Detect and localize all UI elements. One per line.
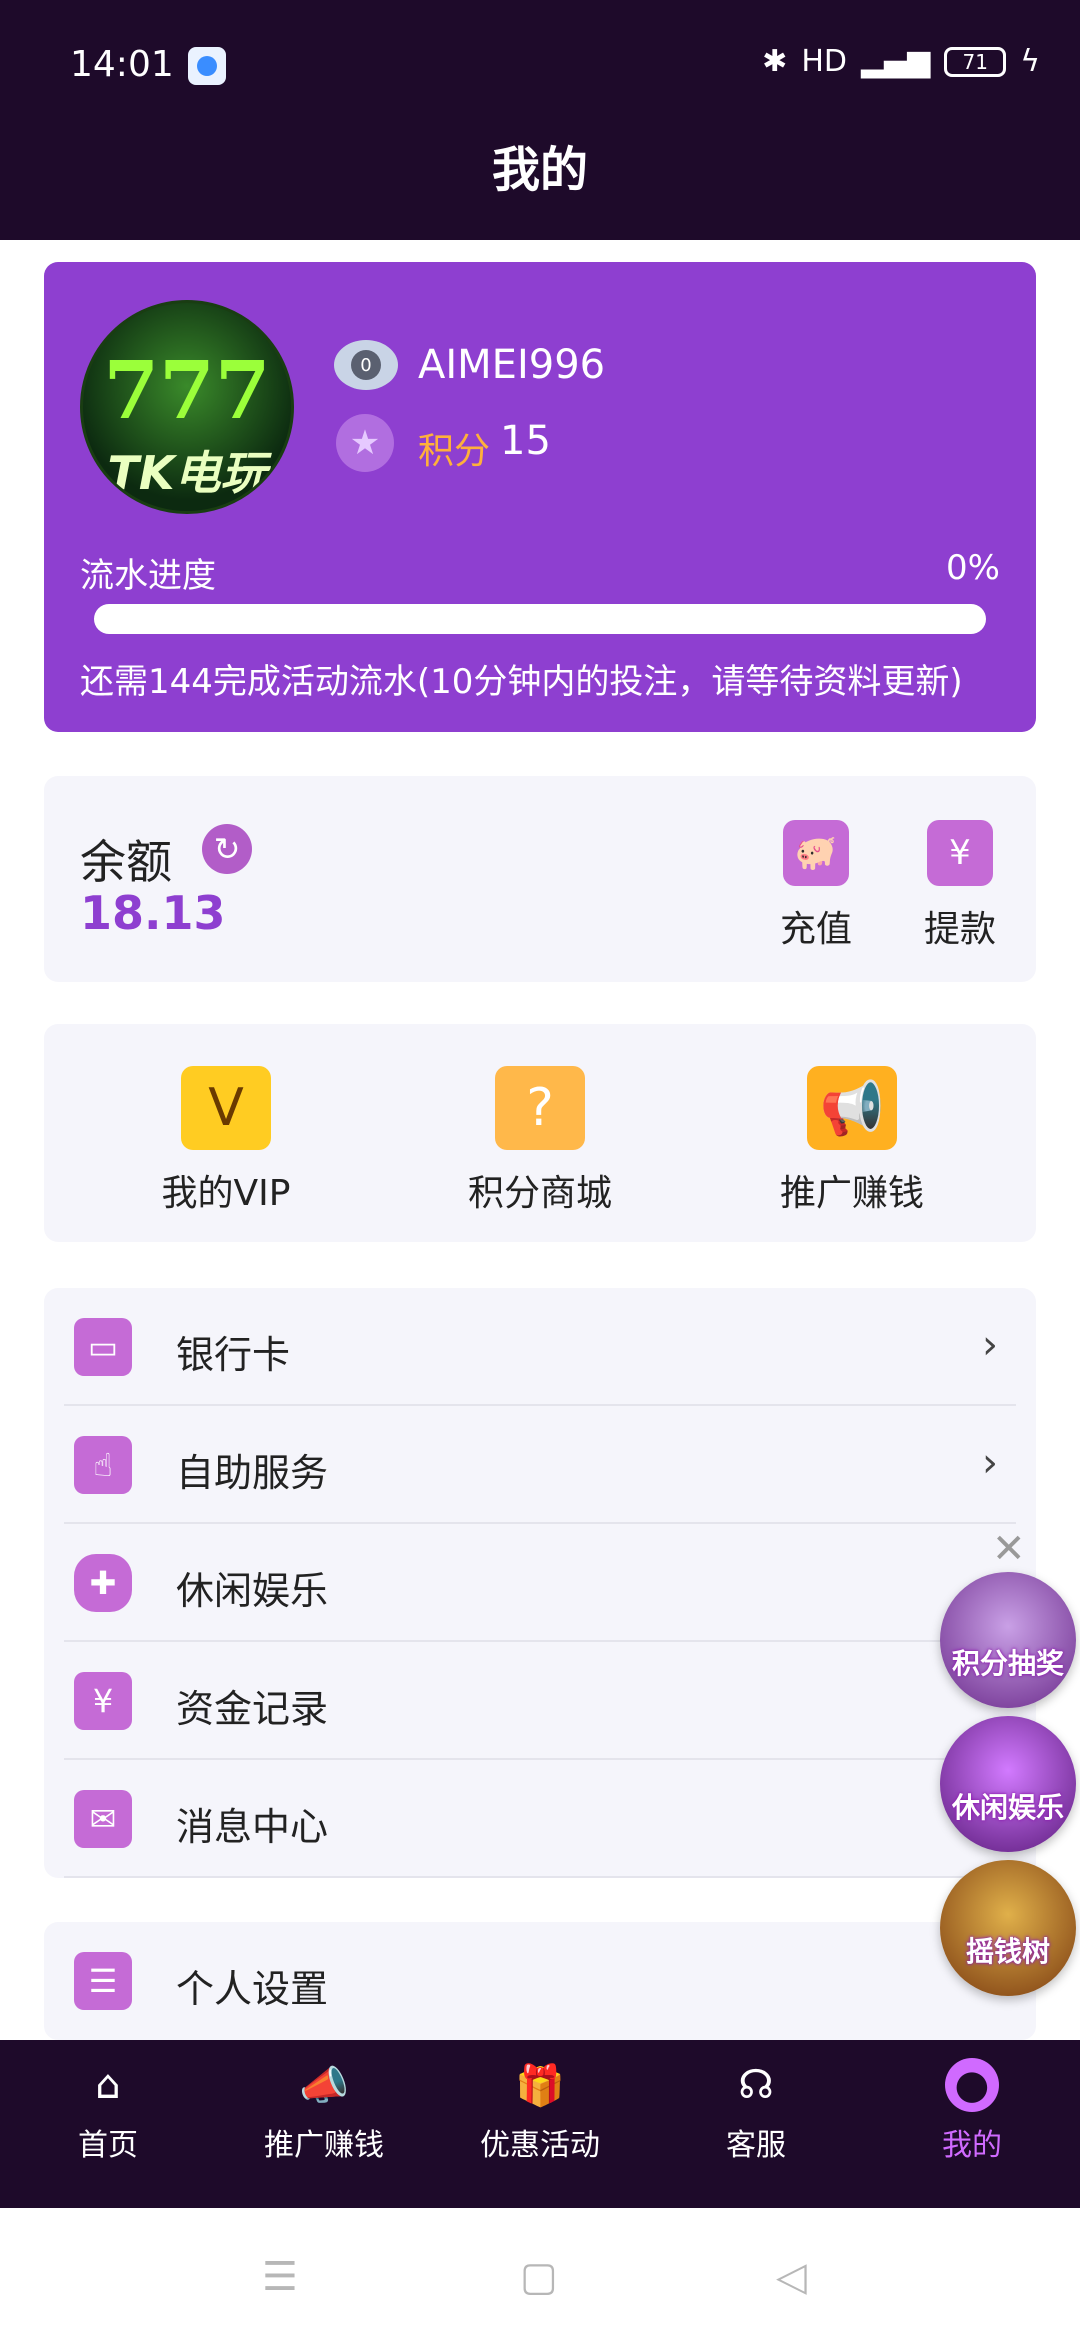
bank-card-icon: ▭ — [74, 1318, 132, 1376]
menu-item-label: 消息中心 — [176, 1805, 329, 1849]
points-label: 积分 — [418, 431, 491, 472]
page-title: 我的 — [491, 142, 588, 198]
piggy-bank-icon: 🐖 — [783, 820, 849, 886]
leisure-floating-button[interactable]: 休闲娱乐 — [940, 1716, 1076, 1852]
progress-bar — [94, 604, 986, 634]
progress-percent: 0% — [946, 548, 1000, 588]
progress-note: 还需144完成活动流水(10分钟内的投注，请等待资料更新) — [80, 662, 963, 702]
menu-item-label: 自助服务 — [176, 1451, 329, 1495]
system-navigation-bar: ☰ ▢ ◁ — [0, 2208, 1080, 2340]
money-record-icon: ¥ — [74, 1672, 132, 1730]
my-vip-label: 我的VIP — [161, 1173, 291, 1214]
points-mall-button[interactable]: ? 积分商城 — [430, 1066, 650, 1216]
tab-label: 优惠活动 — [480, 2128, 600, 2163]
withdraw-label: 提款 — [923, 909, 996, 950]
floating-label: 摇钱树 — [965, 1935, 1050, 1968]
star-icon: ★ — [336, 414, 394, 472]
settings-panel: ☰ 个人设置 — [44, 1922, 1036, 2040]
yuan-withdraw-icon: ¥ — [927, 820, 993, 886]
gamepad-icon: ✚ — [74, 1554, 132, 1612]
level-badge-icon: 0 — [334, 340, 398, 390]
back-nav-icon[interactable]: ◁ — [776, 2254, 807, 2300]
status-indicators: ✱ HD ▂▄▆ 71 ϟ — [762, 44, 1040, 79]
menu-item-label: 银行卡 — [176, 1333, 291, 1377]
withdraw-button[interactable]: ¥ 提款 — [900, 820, 1020, 952]
floating-label: 休闲娱乐 — [951, 1791, 1064, 1824]
balance-label: 余额 — [80, 835, 172, 889]
megaphone-icon: 📣 — [299, 2062, 349, 2109]
user-icon: ● — [945, 2058, 999, 2112]
chevron-right-icon: › — [982, 1322, 998, 1368]
profile-card: 777 TK电玩 0 AIMEI996 ★ 积分 15 流水进度 0% 还需14… — [44, 262, 1036, 732]
menu-item-messages[interactable]: ✉ 消息中心 — [64, 1760, 1016, 1878]
chevron-right-icon: › — [982, 1440, 998, 1486]
money-tree-floating-button[interactable]: 摇钱树 — [940, 1860, 1076, 1996]
menu-item-leisure[interactable]: ✚ 休闲娱乐 — [64, 1524, 1016, 1642]
username: AIMEI996 — [418, 342, 606, 388]
floating-label: 积分抽奖 — [951, 1647, 1064, 1680]
envelope-icon: ✉ — [74, 1790, 132, 1848]
quick-links-panel: V 我的VIP ? 积分商城 📢 推广赚钱 — [44, 1024, 1036, 1242]
gift-box-icon: ? — [495, 1066, 585, 1150]
balance-value: 18.13 — [80, 886, 226, 940]
battery-icon: 71 — [944, 46, 1007, 77]
home-icon: ⌂ — [95, 2062, 121, 2108]
avatar-logo-number: 777 — [103, 343, 271, 437]
menu-item-label: 休闲娱乐 — [176, 1569, 329, 1613]
points-lottery-floating-button[interactable]: 积分抽奖 — [940, 1572, 1076, 1708]
menu-item-label: 个人设置 — [176, 1967, 329, 2011]
status-time: 14:01 — [70, 44, 174, 85]
tab-home[interactable]: ⌂ 首页 — [8, 2058, 208, 2164]
tab-label: 推广赚钱 — [264, 2128, 384, 2163]
id-card-icon: ☰ — [74, 1952, 132, 2010]
menu-item-self-service[interactable]: ☝ 自助服务 › — [64, 1406, 1016, 1524]
page-header: 我的 — [0, 130, 1080, 240]
my-vip-button[interactable]: V 我的VIP — [116, 1066, 336, 1216]
hand-pointer-icon: ☝ — [74, 1436, 132, 1494]
tab-promotions[interactable]: 🎁 优惠活动 — [440, 2058, 640, 2164]
progress-label: 流水进度 — [80, 556, 216, 596]
recharge-label: 充值 — [779, 909, 852, 950]
home-nav-icon[interactable]: ▢ — [520, 2254, 558, 2300]
tab-promote[interactable]: 📣 推广赚钱 — [224, 2058, 424, 2164]
bottom-tab-bar: ⌂ 首页 📣 推广赚钱 🎁 优惠活动 ☊ 客服 ● 我的 — [0, 2040, 1080, 2208]
gift-icon: 🎁 — [515, 2062, 565, 2109]
menu-item-label: 资金记录 — [176, 1687, 329, 1731]
network-label: HD — [801, 44, 847, 79]
menu-item-bank-card[interactable]: ▭ 银行卡 › — [64, 1288, 1016, 1406]
tab-label: 我的 — [942, 2128, 1002, 2163]
balance-panel: 余额 ↻ 18.13 🐖 充值 ¥ 提款 — [44, 776, 1036, 982]
charging-icon: ϟ — [1020, 44, 1040, 79]
signal-icon: ▂▄▆ — [860, 44, 931, 79]
close-floating-icon[interactable]: ✕ — [992, 1526, 1026, 1572]
recharge-button[interactable]: 🐖 充值 — [756, 820, 876, 952]
avatar-logo-brand: TK电玩 — [107, 446, 267, 500]
menu-item-fund-records[interactable]: ¥ 资金记录 — [64, 1642, 1016, 1760]
tab-customer-service[interactable]: ☊ 客服 — [656, 2058, 856, 2164]
tab-label: 首页 — [78, 2128, 138, 2163]
points-mall-label: 积分商城 — [467, 1173, 612, 1214]
headset-icon: ☊ — [738, 2062, 774, 2108]
level-number: 0 — [351, 350, 381, 380]
megaphone-icon: 📢 — [807, 1066, 897, 1150]
avatar[interactable]: 777 TK电玩 — [80, 300, 294, 514]
menu-panel: ▭ 银行卡 › ☝ 自助服务 › ✚ 休闲娱乐 ¥ 资金记录 ✉ 消息中心 — [44, 1288, 1036, 1878]
promote-earn-label: 推广赚钱 — [779, 1173, 924, 1214]
points-value: 15 — [500, 418, 551, 464]
refresh-icon[interactable]: ↻ — [202, 824, 252, 874]
menu-item-personal-settings[interactable]: ☰ 个人设置 — [64, 1922, 1016, 2040]
status-bar: 14:01 ✱ HD ▂▄▆ 71 ϟ — [0, 0, 1080, 130]
promote-earn-button[interactable]: 📢 推广赚钱 — [742, 1066, 962, 1216]
diamond-v-icon: V — [181, 1066, 271, 1150]
menu-nav-icon[interactable]: ☰ — [262, 2254, 298, 2300]
app-notification-icon — [188, 47, 226, 85]
tab-label: 客服 — [726, 2128, 786, 2163]
tab-mine[interactable]: ● 我的 — [872, 2058, 1072, 2164]
bluetooth-icon: ✱ — [762, 44, 788, 79]
